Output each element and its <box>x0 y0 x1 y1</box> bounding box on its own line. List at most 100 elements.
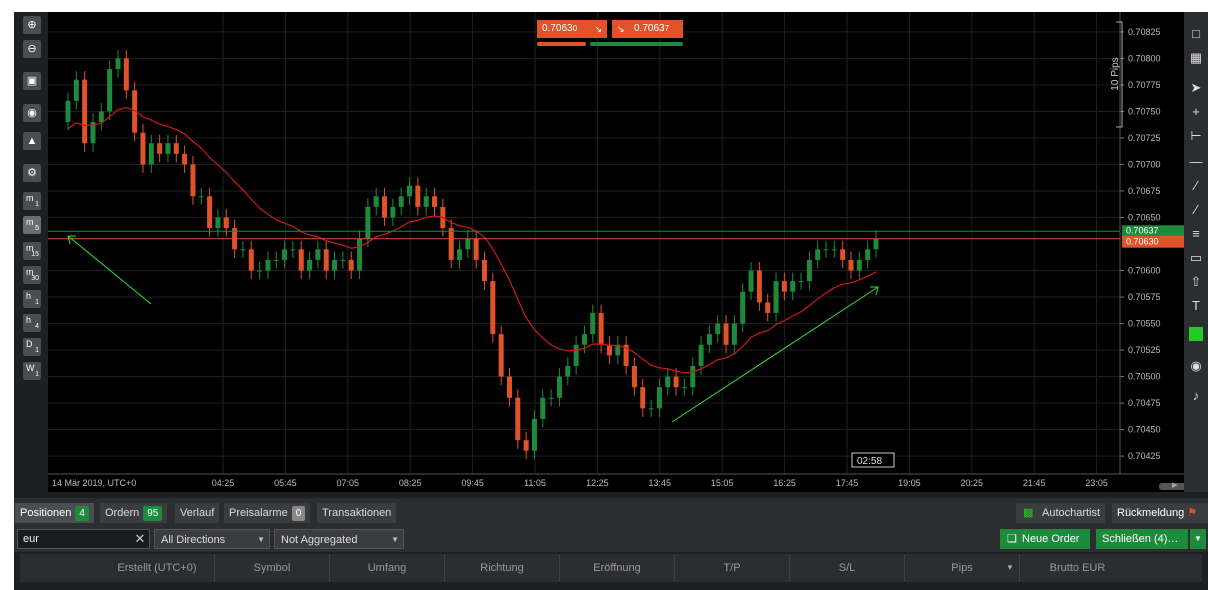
directions-select[interactable]: All Directions (St… ▼ <box>154 529 270 566</box>
clear-search-icon[interactable]: ✕ <box>132 529 148 549</box>
arrow-up-icon[interactable]: ⇧ <box>1184 272 1208 292</box>
buy-button[interactable]: ↘ 0.70637 <box>612 20 683 38</box>
trader-icon[interactable]: ▲ <box>23 132 41 150</box>
chart-type-icon[interactable]: ◉ <box>23 104 41 122</box>
price-chart[interactable]: 0.70825 0.70800 0.70775 0.70750 0.70725 0.707… <box>48 12 1184 492</box>
candle-body <box>840 249 846 260</box>
aggregation-select[interactable]: Not Aggregated (St… ▼ <box>274 529 404 566</box>
candle-body <box>348 259 354 271</box>
candle-body <box>98 111 104 123</box>
horizontal-line-icon[interactable]: — <box>1184 152 1208 172</box>
timeframe-m15[interactable]: m 15 <box>23 242 41 260</box>
crosshair-icon[interactable]: + <box>1184 102 1208 122</box>
candle-body <box>432 196 438 207</box>
search-input[interactable] <box>17 529 150 549</box>
column-header[interactable]: Umfang <box>330 554 445 582</box>
candle-body <box>357 238 363 271</box>
feedback-icon: ⚑ <box>1187 507 1198 519</box>
color-swatch[interactable] <box>1189 327 1203 341</box>
tab-positionen[interactable]: Positionen 4 <box>15 503 94 523</box>
tab-count-badge: 4 <box>75 506 89 521</box>
indicators-icon[interactable]: ▣ <box>23 72 41 90</box>
timeframe-value: 1 <box>35 299 39 306</box>
layout-icon[interactable]: ▦ <box>1184 48 1208 68</box>
scroll-right-icon[interactable]: ▶ <box>1172 481 1182 491</box>
chevron-down-icon: ▼ <box>391 535 399 544</box>
tab-autochartist[interactable]: ▩ Autochartist <box>1016 503 1106 523</box>
tab-preisalarme[interactable]: Preisalarme 0 <box>224 503 311 523</box>
countdown-label: 02:58 <box>851 452 895 468</box>
candle-body <box>373 196 379 207</box>
filter-bar: ✕ All Directions (St… ▼ Not Aggregated (… <box>14 526 1208 566</box>
cross-price-icon[interactable]: ⊢ <box>1184 126 1208 146</box>
new-order-button[interactable]: ❏ Neue Order <box>1000 529 1090 549</box>
timeframe-D1[interactable]: D1 <box>23 338 41 356</box>
candle-body <box>173 143 179 154</box>
x-tick-label: 04:25 <box>212 478 235 488</box>
close-positions-button[interactable]: Schließen (4)… <box>1096 529 1188 549</box>
column-header[interactable]: Brutto EUR <box>1020 554 1135 582</box>
timeframe-m5[interactable]: m5 <box>23 216 41 234</box>
candle-body <box>423 196 429 207</box>
trendline-icon[interactable]: ∕ <box>1184 176 1208 196</box>
column-header[interactable]: Pips <box>905 554 1020 582</box>
camera-icon[interactable]: ◉ <box>1184 356 1208 376</box>
sell-button[interactable]: 0.70630 ↘ <box>537 20 607 38</box>
x-axis: 14 Mär 2019, UTC+0 04:25 05:45 07:05 08:25 09… <box>52 478 1108 488</box>
candle-body <box>65 100 71 123</box>
tab-label: Transaktionen <box>322 507 392 519</box>
close-options-dropdown[interactable]: ▼ <box>1190 529 1206 549</box>
quote-widget[interactable]: 0.70630 ↘ ↘ 0.70637 <box>537 20 683 48</box>
tab-label: Preisalarme <box>229 507 288 519</box>
candle-body <box>848 259 854 271</box>
tab-transaktionen[interactable]: Transaktionen <box>317 503 397 523</box>
y-tick-label: 0.70450 <box>1128 425 1161 435</box>
column-header[interactable]: Symbol <box>215 554 330 582</box>
y-tick-label: 0.70725 <box>1128 133 1161 143</box>
candle-body <box>765 302 771 313</box>
timeframe-h1[interactable]: h1 <box>23 290 41 308</box>
timeframe-m1[interactable]: m1 <box>23 192 41 210</box>
candle-body <box>715 323 721 335</box>
column-header[interactable]: Eröffnung <box>560 554 675 582</box>
text-tool-icon[interactable]: T <box>1184 296 1208 316</box>
sort-desc-icon[interactable]: ▼ <box>1006 563 1014 572</box>
fibonacci-icon[interactable]: ≡ <box>1184 224 1208 244</box>
timeframe-W1[interactable]: W1 <box>23 362 41 380</box>
candle-body <box>365 206 371 239</box>
zoom-out-icon[interactable]: ⊖ <box>23 40 41 58</box>
tab-verlauf[interactable]: Verlauf <box>175 503 220 523</box>
column-header[interactable]: T/P <box>675 554 790 582</box>
candle-body <box>506 376 512 398</box>
candle-body <box>207 196 213 229</box>
window-icon[interactable]: □ <box>1184 24 1208 44</box>
timeframe-h4[interactable]: h4 <box>23 314 41 332</box>
settings-icon[interactable]: ⚙ <box>23 164 41 182</box>
candle-body <box>598 312 604 345</box>
cursor-icon[interactable]: ➤ <box>1184 78 1208 98</box>
tab-ordern[interactable]: Ordern 95 <box>100 503 168 523</box>
tab-label: Positionen <box>20 507 72 519</box>
timeframe-value: 4 <box>35 323 39 330</box>
y-tick-label: 0.70575 <box>1128 292 1161 302</box>
x-tick-label: 12:25 <box>586 478 609 488</box>
tab-feedback[interactable]: Rückmeldung ⚑ <box>1112 503 1208 523</box>
y-tick-label: 0.70675 <box>1128 186 1161 196</box>
chart-area[interactable]: 0.70825 0.70800 0.70775 0.70750 0.70725 0.707… <box>48 12 1206 492</box>
bell-icon[interactable]: ♪ <box>1184 386 1208 406</box>
candle-body <box>157 143 163 154</box>
x-tick-label: 21:45 <box>1023 478 1046 488</box>
timeframe-m30[interactable]: m 30 <box>23 266 41 284</box>
channel-icon[interactable]: ∕ <box>1184 200 1208 220</box>
candle-body <box>465 238 471 250</box>
candle-body <box>690 365 696 388</box>
rectangle-icon[interactable]: ▭ <box>1184 248 1208 268</box>
tab-label: Verlauf <box>180 507 215 519</box>
buy-arrow-icon: ↘ <box>617 24 625 34</box>
column-header[interactable]: S/L <box>790 554 905 582</box>
svg-text:0.70630: 0.70630 <box>1126 237 1159 247</box>
candle-body <box>781 281 787 292</box>
zoom-in-icon[interactable]: ⊕ <box>23 16 41 34</box>
column-header[interactable]: Erstellt (UTC+0) <box>100 554 215 582</box>
column-header[interactable]: Richtung <box>445 554 560 582</box>
